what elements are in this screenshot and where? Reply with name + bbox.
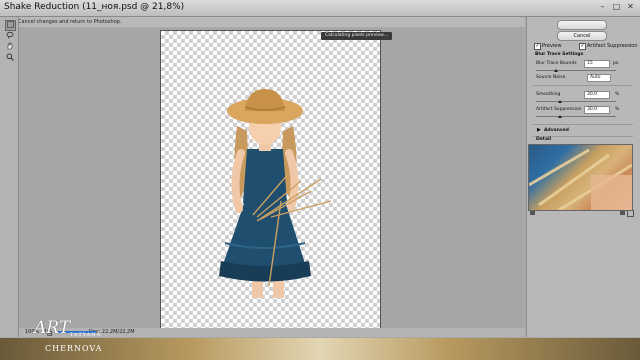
girl-image <box>219 89 332 298</box>
minimize-button[interactable]: – <box>597 2 608 12</box>
detail-loupe[interactable] <box>528 144 633 211</box>
blur-trace-slider[interactable] <box>536 70 616 71</box>
artifact-suppression-slider[interactable] <box>536 116 616 117</box>
watermark-art: ART <box>34 318 71 338</box>
blur-trace-label: Blur Trace Bounds <box>536 61 577 66</box>
artifact-label: Artifact Suppression <box>587 43 638 49</box>
close-button[interactable]: ✕ <box>625 2 636 12</box>
artifact-suppression-label: Artifact Suppression <box>536 107 582 112</box>
ok-button[interactable] <box>557 20 607 30</box>
detail-image <box>529 148 632 210</box>
lasso-icon[interactable] <box>5 31 14 40</box>
blur-trace-input[interactable]: 15 <box>584 60 610 68</box>
artifact-suppression-input[interactable]: 30,0 <box>584 106 610 114</box>
triangle-right-icon[interactable]: ▶ <box>537 127 541 133</box>
tool-bar <box>0 17 19 337</box>
zoom-icon[interactable] <box>5 53 14 62</box>
info-bar: Cancel changes and return to Photoshop. <box>0 17 525 27</box>
artifact-suppression-slider-thumb[interactable] <box>558 115 562 118</box>
watermark-last-name: CHERNOVA <box>45 344 103 353</box>
smoothing-slider[interactable] <box>536 101 616 102</box>
divider <box>533 85 633 86</box>
hand-icon[interactable] <box>5 42 14 51</box>
detail-trash-icon[interactable] <box>627 210 634 217</box>
smoothing-unit: % <box>615 92 620 97</box>
source-noise-label: Source Noise <box>536 75 566 80</box>
detail-label: Detail <box>536 137 552 142</box>
window-title: Shake Reduction (11_ноя.psd @ 21,8%) <box>4 2 185 12</box>
watermark-first-name: TATYANA <box>70 332 102 338</box>
progress-badge: Calculating pixels preview… <box>321 32 393 40</box>
window-titlebar: Shake Reduction (11_ноя.psd @ 21,8%) – □… <box>0 0 640 17</box>
maximize-button[interactable]: □ <box>611 2 622 12</box>
preview-checkbox[interactable]: ✓ <box>534 43 541 50</box>
smoothing-slider-thumb[interactable] <box>558 100 562 103</box>
cancel-button[interactable]: Cancel <box>557 31 607 41</box>
info-text: Cancel changes and return to Photoshop. <box>18 19 122 25</box>
advanced-toggle[interactable]: Advanced <box>544 128 569 133</box>
document-canvas[interactable] <box>160 30 381 330</box>
divider <box>533 124 633 125</box>
marquee-icon[interactable] <box>5 20 16 31</box>
artifact-suppression-unit: % <box>615 107 620 112</box>
smoothing-input[interactable]: 30,0 <box>584 91 610 99</box>
blur-trace-slider-thumb[interactable] <box>554 69 558 72</box>
smoothing-label: Smoothing <box>536 92 561 97</box>
blur-trace-unit: px <box>613 61 619 66</box>
artifact-checkbox[interactable]: ✓ <box>579 43 586 50</box>
preview-label: Preview <box>542 43 562 49</box>
section-title: Blur Trace Settings <box>535 52 584 57</box>
source-noise-select[interactable]: Auto <box>587 74 611 82</box>
